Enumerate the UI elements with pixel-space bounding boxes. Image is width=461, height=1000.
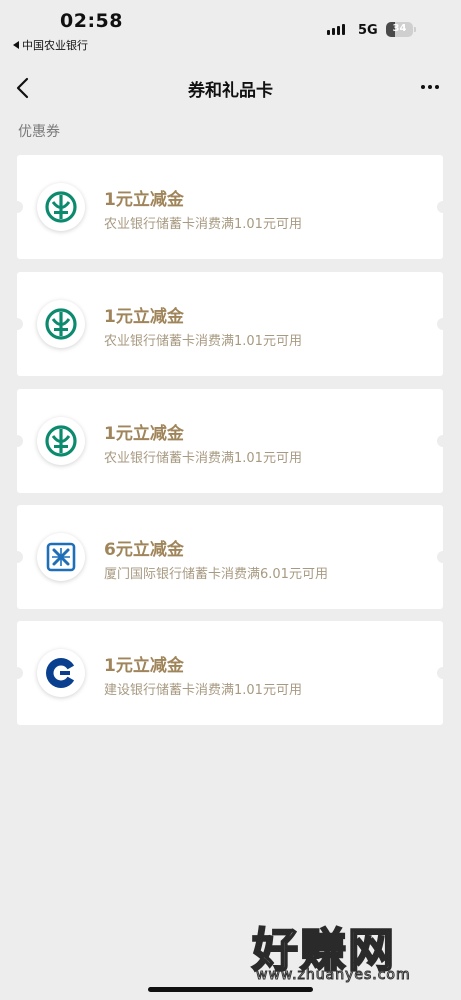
agricultural-bank-logo-icon <box>37 417 85 465</box>
back-to-app-link[interactable]: 中国农业银行 <box>13 37 88 53</box>
back-app-label: 中国农业银行 <box>22 39 88 52</box>
coupon-title: 1元立减金 <box>104 190 184 210</box>
home-indicator <box>148 987 313 992</box>
more-button[interactable] <box>414 76 446 98</box>
coupon-card[interactable]: 1元立减金 农业银行储蓄卡消费满1.01元可用 <box>11 272 449 376</box>
coupon-description: 建设银行储蓄卡消费满1.01元可用 <box>104 683 302 698</box>
coupon-description: 农业银行储蓄卡消费满1.01元可用 <box>104 451 302 466</box>
agricultural-bank-logo-icon <box>37 183 85 231</box>
coupon-description: 农业银行储蓄卡消费满1.01元可用 <box>104 334 302 349</box>
back-triangle-icon <box>13 41 19 49</box>
more-dot-icon <box>421 85 425 89</box>
page-title: 券和礼品卡 <box>188 81 273 101</box>
coupon-title: 1元立减金 <box>104 307 184 327</box>
battery-icon: 34 <box>386 22 413 37</box>
coupon-card[interactable]: 1元立减金 农业银行储蓄卡消费满1.01元可用 <box>11 155 449 259</box>
coupon-card[interactable]: 6元立减金 厦门国际银行储蓄卡消费满6.01元可用 <box>11 505 449 609</box>
section-label: 优惠券 <box>18 124 60 140</box>
coupon-title: 6元立减金 <box>104 540 184 560</box>
xiamen-international-bank-logo-icon <box>37 533 85 581</box>
signal-strength-icon <box>327 24 345 35</box>
status-bar: 02:58 中国农业银行 5G 34 <box>0 0 461 56</box>
coupon-title: 1元立减金 <box>104 656 184 676</box>
coupon-card[interactable]: 1元立减金 农业银行储蓄卡消费满1.01元可用 <box>11 389 449 493</box>
status-time: 02:58 <box>60 10 123 32</box>
battery-tip <box>414 27 416 32</box>
watermark-url: www.zhuanyes.com <box>256 967 411 984</box>
construction-bank-logo-icon <box>37 649 85 697</box>
more-dot-icon <box>428 85 432 89</box>
coupon-card[interactable]: 1元立减金 建设银行储蓄卡消费满1.01元可用 <box>11 621 449 725</box>
agricultural-bank-logo-icon <box>37 300 85 348</box>
coupon-title: 1元立减金 <box>104 424 184 444</box>
more-dot-icon <box>435 85 439 89</box>
battery-percentage: 34 <box>392 23 407 34</box>
coupon-description: 厦门国际银行储蓄卡消费满6.01元可用 <box>104 567 328 582</box>
coupon-description: 农业银行储蓄卡消费满1.01元可用 <box>104 217 302 232</box>
network-type: 5G <box>358 23 378 38</box>
